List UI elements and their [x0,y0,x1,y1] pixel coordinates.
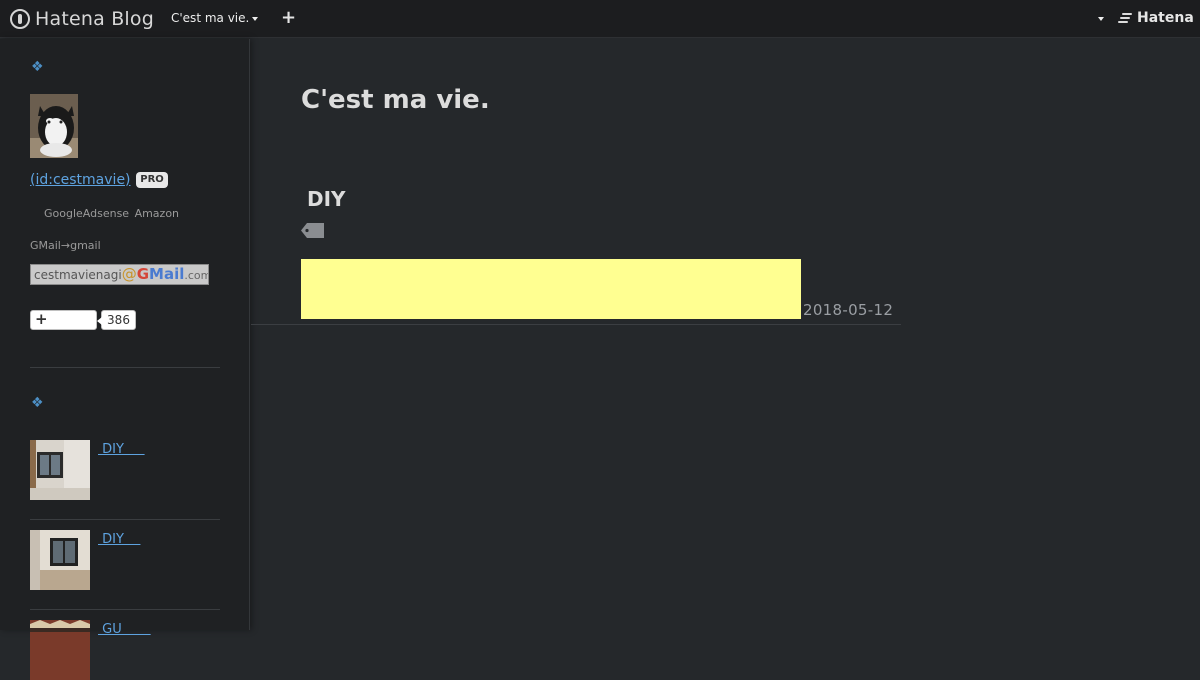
main-content: C'est ma vie. DIY 2018-05-12 [251,39,1200,630]
sidebar: ❖ (id:cestmavie) PRO GoogleAdsense Amazo… [0,39,250,680]
tag-icon [301,223,324,238]
room-window-image [30,530,90,590]
rug-pattern-image [30,620,90,680]
entry-link[interactable]: DIY [98,442,145,457]
follower-count[interactable]: 386 [97,310,136,330]
global-header: Hatena Blog C'est ma vie. + Hatena [0,0,1200,38]
entry-divider [251,324,901,325]
room-window-image [30,440,90,500]
blog-switcher-label: C'est ma vie. [171,11,250,25]
entry-highlight-box[interactable] [301,259,801,319]
logo-text: Hatena Blog [35,8,154,30]
email-brand-rest: Mail [149,265,185,283]
category-title: DIY [307,187,346,211]
caret-down-icon [252,16,259,21]
pro-badge: PRO [136,172,168,188]
cat-avatar-image [30,94,78,158]
entry-thumbnail[interactable] [30,440,90,500]
hatena-blog-logo[interactable]: Hatena Blog [10,7,154,31]
sidebar-divider [30,609,220,610]
hatena-blog-logo-icon [10,9,30,29]
entry-thumbnail[interactable] [30,620,90,680]
sidebar-divider [30,367,220,368]
user-menu-caret-icon[interactable] [1098,17,1104,21]
entry-thumbnail[interactable] [30,530,90,590]
blog-title[interactable]: C'est ma vie. [301,85,490,115]
diamond-section-icon: ❖ [31,59,44,75]
email-address-image: cestmavienagi@GMail.com [30,264,209,285]
list-item[interactable]: DIY [30,530,220,590]
sidebar-divider [30,519,220,520]
list-item[interactable]: GU [30,620,220,680]
entry-link[interactable]: DIY [98,532,140,547]
avatar[interactable] [30,94,78,158]
list-item[interactable]: DIY [30,440,220,500]
gmail-notice-text: GMail→gmail [30,239,101,252]
ad-notice-text: GoogleAdsense Amazon [44,207,180,220]
entry-date: 2018-05-12 [803,301,894,319]
email-user: cestmavienagi [34,268,122,282]
hatena-brand-text: Hatena [1137,10,1194,26]
email-brand-g: G [136,265,150,283]
new-post-button[interactable]: + [281,7,296,29]
profile-link[interactable]: (id:cestmavie) [30,172,131,188]
blog-switcher[interactable]: C'est ma vie. [171,11,259,25]
plus-icon: + [35,310,48,328]
hatena-wing-icon [1118,12,1134,24]
hatena-brand-link[interactable]: Hatena [1118,10,1194,26]
email-at: @ [121,265,137,283]
follow-button[interactable]: + [30,310,97,330]
diamond-section-icon: ❖ [31,395,44,411]
email-domain: .com [184,269,209,282]
